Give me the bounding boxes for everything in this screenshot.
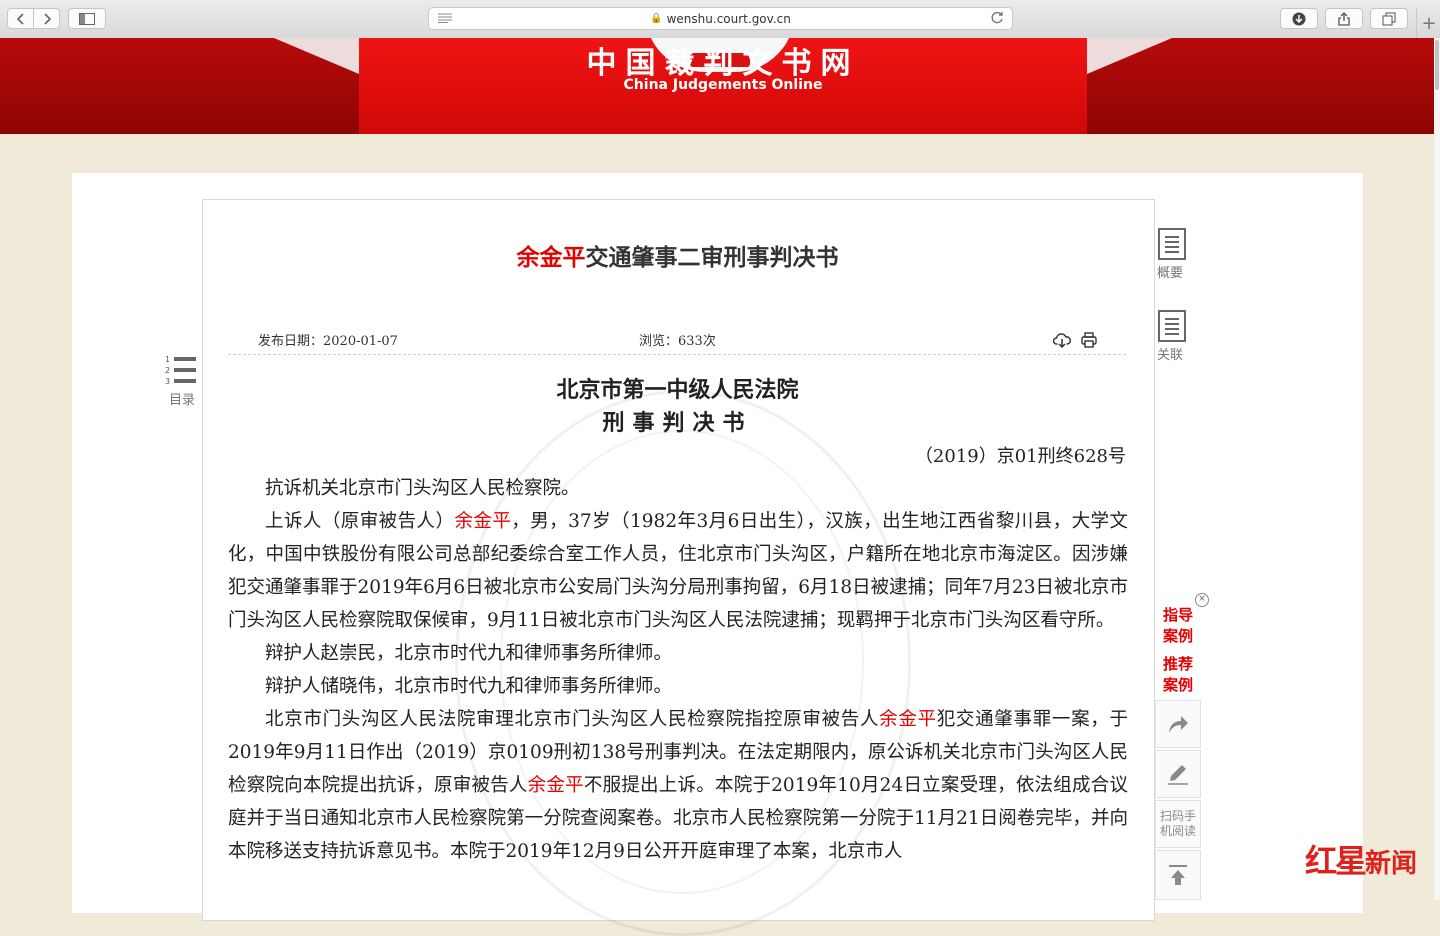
- court-name: 北京市第一中级人民法院: [556, 377, 799, 403]
- arrow-up-icon: [1169, 865, 1187, 885]
- paragraph-text: 上诉人（原审被告人）: [265, 511, 455, 532]
- document-type: 刑事判决书: [602, 410, 753, 436]
- forward-button[interactable]: [33, 8, 60, 29]
- paragraph-text: 辩护人储晓伟，北京市时代九和律师事务所律师。: [265, 676, 673, 697]
- guiding-cases-line1: 指导: [1162, 606, 1193, 624]
- party-name-highlight: 余金平: [879, 709, 937, 730]
- browser-toolbar: 🔒 wenshu.court.gov.cn +: [0, 0, 1440, 39]
- header-ribbon-right: [1087, 38, 1172, 74]
- judgment-paragraph: 北京市门头沟区人民法院审理北京市门头沟区人民检察院指控原审被告人余金平犯交通肇事…: [228, 703, 1128, 868]
- paragraph-text: 抗诉机关北京市门头沟区人民检察院。: [265, 478, 580, 499]
- annotate-tool-button[interactable]: [1155, 750, 1201, 798]
- chevron-left-icon: [16, 12, 24, 25]
- address-bar[interactable]: 🔒 wenshu.court.gov.cn: [428, 7, 1013, 30]
- publish-date: 发布日期：2020-01-07: [258, 334, 398, 349]
- scrollbar-thumb[interactable]: [1435, 40, 1439, 90]
- party-name-highlight: 余金平: [454, 511, 512, 532]
- new-tab-button[interactable]: +: [1416, 8, 1440, 38]
- print-icon[interactable]: [1080, 331, 1098, 349]
- sidebar-toggle-button[interactable]: [68, 8, 106, 29]
- sidebar-icon: [79, 12, 95, 25]
- tabs-icon: [1382, 12, 1396, 25]
- related-label[interactable]: 关联: [1157, 344, 1183, 363]
- share-icon: [1338, 11, 1350, 26]
- view-count: 浏览：633次: [639, 334, 716, 349]
- judgment-paragraph: 上诉人（原审被告人）余金平，男，37岁（1982年3月6日出生），汉族，出生地江…: [228, 505, 1128, 637]
- cloud-download-icon[interactable]: [1053, 331, 1071, 349]
- share-arrow-icon: [1169, 716, 1188, 733]
- site-title[interactable]: 中国裁判文书网: [359, 38, 1087, 82]
- toc-number: 2: [165, 366, 171, 375]
- scrollbar[interactable]: [1434, 38, 1440, 900]
- scan-line1: 扫码手: [1159, 809, 1196, 823]
- list-icon: [174, 357, 196, 361]
- summary-label[interactable]: 概要: [1157, 262, 1183, 281]
- lock-icon: 🔒: [650, 13, 663, 24]
- judgment-paragraph: 抗诉机关北京市门头沟区人民检察院。: [228, 472, 1128, 505]
- reader-icon[interactable]: [438, 13, 452, 26]
- recommended-cases-link[interactable]: 推荐 案例: [1155, 654, 1201, 696]
- meta-divider: [228, 354, 1126, 355]
- chevron-right-icon: [43, 12, 51, 25]
- download-icon: [1292, 12, 1306, 25]
- share-button[interactable]: [1325, 8, 1363, 29]
- logo-text-b: 新闻: [1365, 849, 1418, 879]
- judgment-body: 抗诉机关北京市门头沟区人民检察院。上诉人（原审被告人）余金平，男，37岁（198…: [228, 472, 1128, 868]
- back-button[interactable]: [7, 8, 34, 29]
- tabs-button[interactable]: [1370, 8, 1408, 29]
- logo-text-a: 红星: [1305, 842, 1367, 880]
- party-name-highlight: 余金平: [527, 775, 584, 796]
- share-tool-button[interactable]: [1155, 700, 1201, 748]
- title-party-name: 余金平: [516, 244, 586, 271]
- guiding-cases-link[interactable]: 指导 案例: [1155, 605, 1201, 647]
- paragraph-text: 北京市门头沟区人民法院审理北京市门头沟区人民检察院指控原审被告人: [265, 709, 880, 730]
- recommended-cases-line2: 案例: [1162, 676, 1193, 694]
- download-button[interactable]: [1280, 8, 1318, 29]
- site-subtitle: China Judgements Online: [623, 77, 823, 93]
- plus-icon: +: [1421, 12, 1437, 34]
- scan-line2: 机阅读: [1159, 824, 1196, 838]
- recommended-cases-line1: 推荐: [1162, 655, 1193, 673]
- summary-doc-icon[interactable]: [1158, 228, 1186, 260]
- judgment-paragraph: 辩护人储晓伟，北京市时代九和律师事务所律师。: [228, 670, 1128, 703]
- url-text: wenshu.court.gov.cn: [666, 11, 791, 26]
- pencil-icon: [1168, 765, 1188, 785]
- header-ribbon-left: [274, 38, 359, 74]
- reload-icon[interactable]: [991, 11, 1004, 28]
- guiding-cases-line2: 案例: [1162, 627, 1193, 645]
- toc-label[interactable]: 目录: [169, 389, 195, 408]
- toc-number: 3: [165, 377, 171, 386]
- case-number: （2019）京01刑终628号: [914, 446, 1126, 467]
- related-doc-icon[interactable]: [1158, 310, 1186, 342]
- scan-qr-button[interactable]: 扫码手 机阅读: [1155, 800, 1201, 848]
- back-to-top-button[interactable]: [1155, 850, 1201, 900]
- toc-number: 1: [165, 355, 171, 364]
- title-text: 交通肇事二审刑事判决书: [585, 244, 839, 271]
- red-star-news-logo: 红星新闻: [1305, 836, 1417, 882]
- paragraph-text: 辩护人赵崇民，北京市时代九和律师事务所律师。: [265, 643, 673, 664]
- judgment-paragraph: 辩护人赵崇民，北京市时代九和律师事务所律师。: [228, 637, 1128, 670]
- document-title: 余金平交通肇事二审刑事判决书: [202, 238, 1153, 272]
